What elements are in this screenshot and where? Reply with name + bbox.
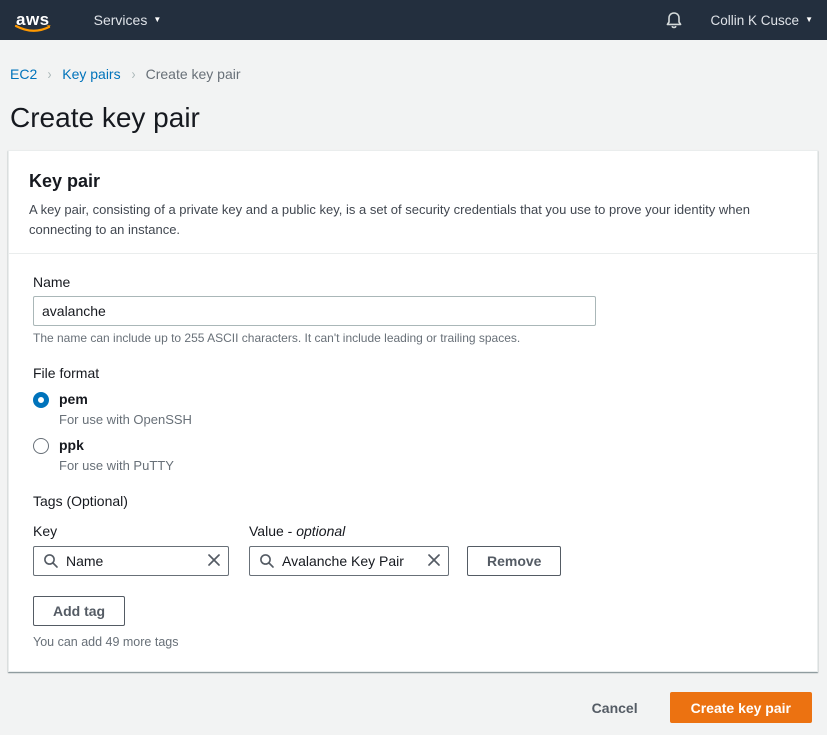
radio-option-ppk[interactable]: ppk For use with PuTTY	[33, 437, 793, 473]
tags-group: Tags (Optional) Key	[33, 493, 793, 649]
tag-key-column: Key	[33, 523, 229, 576]
tag-value-input[interactable]	[250, 547, 448, 575]
search-icon	[43, 553, 59, 569]
tag-value-input-wrapper	[249, 546, 449, 576]
chevron-down-icon: ▼	[805, 16, 813, 24]
card-header: Key pair A key pair, consisting of a pri…	[9, 151, 817, 254]
tag-key-input[interactable]	[34, 547, 228, 575]
card-title: Key pair	[29, 171, 797, 192]
close-icon	[426, 552, 442, 568]
file-format-group: File format pem For use with OpenSSH ppk…	[33, 365, 793, 473]
tag-key-input-wrapper	[33, 546, 229, 576]
breadcrumb-current-page: Create key pair	[146, 66, 241, 82]
tag-key-label: Key	[33, 523, 229, 539]
user-account-menu[interactable]: Collin K Cusce ▼	[711, 13, 813, 28]
bell-icon	[665, 11, 683, 30]
breadcrumb-separator-icon: ›	[131, 67, 135, 82]
search-icon	[259, 553, 275, 569]
radio-unselected-icon[interactable]	[33, 438, 49, 454]
tag-value-label-optional: optional	[296, 523, 345, 539]
card-body: Name The name can include up to 255 ASCI…	[9, 254, 817, 671]
breadcrumb: EC2 › Key pairs › Create key pair	[0, 40, 827, 82]
remove-tag-button[interactable]: Remove	[467, 546, 561, 576]
file-format-label: File format	[33, 365, 793, 381]
name-field-group: Name The name can include up to 255 ASCI…	[33, 274, 793, 345]
breadcrumb-link-ec2[interactable]: EC2	[10, 66, 37, 82]
breadcrumb-separator-icon: ›	[48, 67, 52, 82]
close-icon	[206, 552, 222, 568]
top-navigation-bar: aws Services ▼ Collin K Cusce ▼	[0, 0, 827, 40]
tag-value-clear-button[interactable]	[426, 552, 442, 568]
tag-value-label: Value - optional	[249, 523, 449, 539]
notifications-bell-button[interactable]	[665, 11, 683, 30]
radio-pem-label: pem	[59, 391, 88, 407]
name-field-helper-text: The name can include up to 255 ASCII cha…	[33, 331, 793, 345]
tags-label: Tags (Optional)	[33, 493, 793, 509]
key-pair-card: Key pair A key pair, consisting of a pri…	[8, 150, 818, 672]
radio-pem-description: For use with OpenSSH	[59, 412, 192, 427]
tag-value-label-text: Value -	[249, 523, 296, 539]
card-description: A key pair, consisting of a private key …	[29, 200, 797, 239]
radio-selected-icon[interactable]	[33, 392, 49, 408]
chevron-down-icon: ▼	[153, 16, 161, 24]
aws-logo[interactable]: aws	[16, 11, 50, 30]
create-key-pair-button[interactable]: Create key pair	[670, 692, 812, 723]
services-label: Services	[94, 12, 148, 28]
services-menu[interactable]: Services ▼	[94, 12, 162, 28]
radio-option-text: ppk For use with PuTTY	[59, 437, 174, 473]
name-field-label: Name	[33, 274, 793, 290]
radio-option-text: pem For use with OpenSSH	[59, 391, 192, 427]
cancel-button[interactable]: Cancel	[590, 696, 640, 720]
tag-key-clear-button[interactable]	[206, 552, 222, 568]
radio-ppk-label: ppk	[59, 437, 84, 453]
radio-ppk-description: For use with PuTTY	[59, 458, 174, 473]
tag-row: Key	[33, 523, 793, 576]
tag-limit-text: You can add 49 more tags	[33, 635, 793, 649]
tag-value-column: Value - optional	[249, 523, 449, 576]
footer-actions: Cancel Create key pair	[8, 692, 812, 723]
aws-smile-icon	[14, 24, 52, 34]
radio-option-pem[interactable]: pem For use with OpenSSH	[33, 391, 793, 427]
page-title: Create key pair	[10, 102, 819, 134]
add-tag-button[interactable]: Add tag	[33, 596, 125, 626]
breadcrumb-link-key-pairs[interactable]: Key pairs	[62, 66, 120, 82]
user-name: Collin K Cusce	[711, 13, 800, 28]
key-pair-name-input[interactable]	[33, 296, 596, 326]
